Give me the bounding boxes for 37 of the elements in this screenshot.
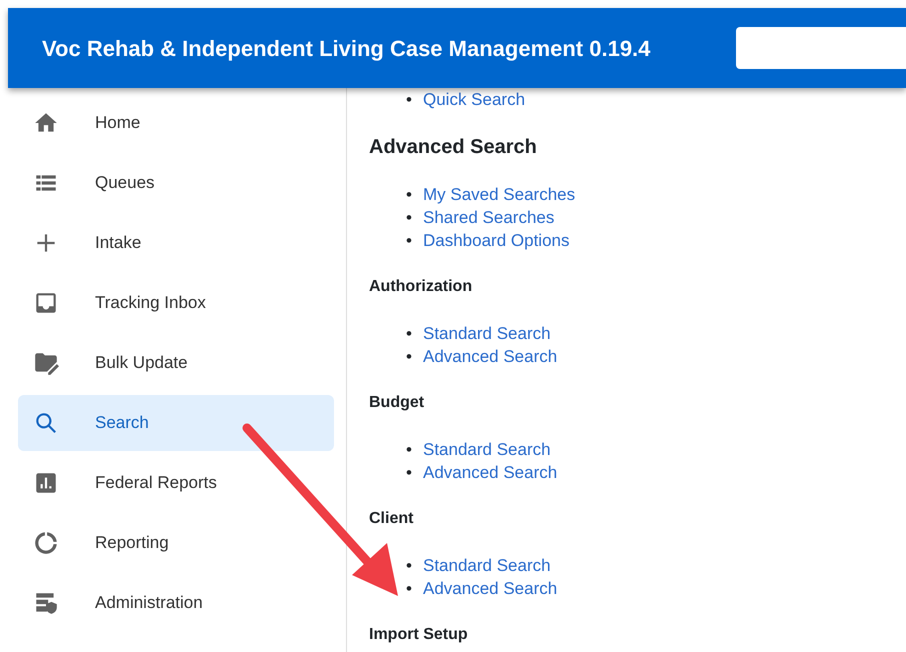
section-heading: Client [369,509,414,529]
sidebar-item[interactable]: Bulk Update [18,335,334,391]
link[interactable]: Standard Search [423,438,551,461]
bullet: • [406,346,413,368]
link[interactable]: Standard Search [423,322,551,345]
bullet: • [406,578,413,600]
bullet: • [406,555,413,577]
sidebar-item[interactable]: Queues [18,155,334,211]
bullet: • [406,439,413,461]
link[interactable]: Standard Search [423,554,551,577]
section-heading: Authorization [369,277,474,297]
link[interactable]: Shared Searches [423,206,554,229]
app-title: Voc Rehab & Independent Living Case Management 0.19.4 [42,34,650,63]
sidebar-item[interactable]: Search [18,395,334,451]
link[interactable]: Advanced Search [423,577,558,600]
donut-chart-icon [33,530,59,556]
link[interactable]: My Saved Searches [423,183,576,206]
sidebar-item[interactable]: Intake [18,215,334,271]
bullet: • [406,230,413,252]
sidebar-item[interactable]: Administration [18,575,334,631]
sidebar-item[interactable]: Reporting [18,515,334,571]
bullet: • [406,184,413,206]
bullet: • [406,207,413,229]
sidebar-item[interactable]: Tracking Inbox [18,275,334,331]
link[interactable]: Quick Search [423,88,526,111]
section-heading: Budget [369,393,426,413]
sidebar-item[interactable]: Federal Reports [18,455,334,511]
section-heading: Import Setup [369,625,469,645]
sidebar-item[interactable]: Home [18,95,334,151]
section-heading: Advanced Search [369,135,538,160]
bullet: • [406,89,413,111]
search-field[interactable] [736,27,906,69]
bullet: • [406,323,413,345]
bullet: • [406,462,413,484]
link[interactable]: Advanced Search [423,461,558,484]
link[interactable]: Dashboard Options [423,229,570,252]
link[interactable]: Advanced Search [423,345,558,368]
